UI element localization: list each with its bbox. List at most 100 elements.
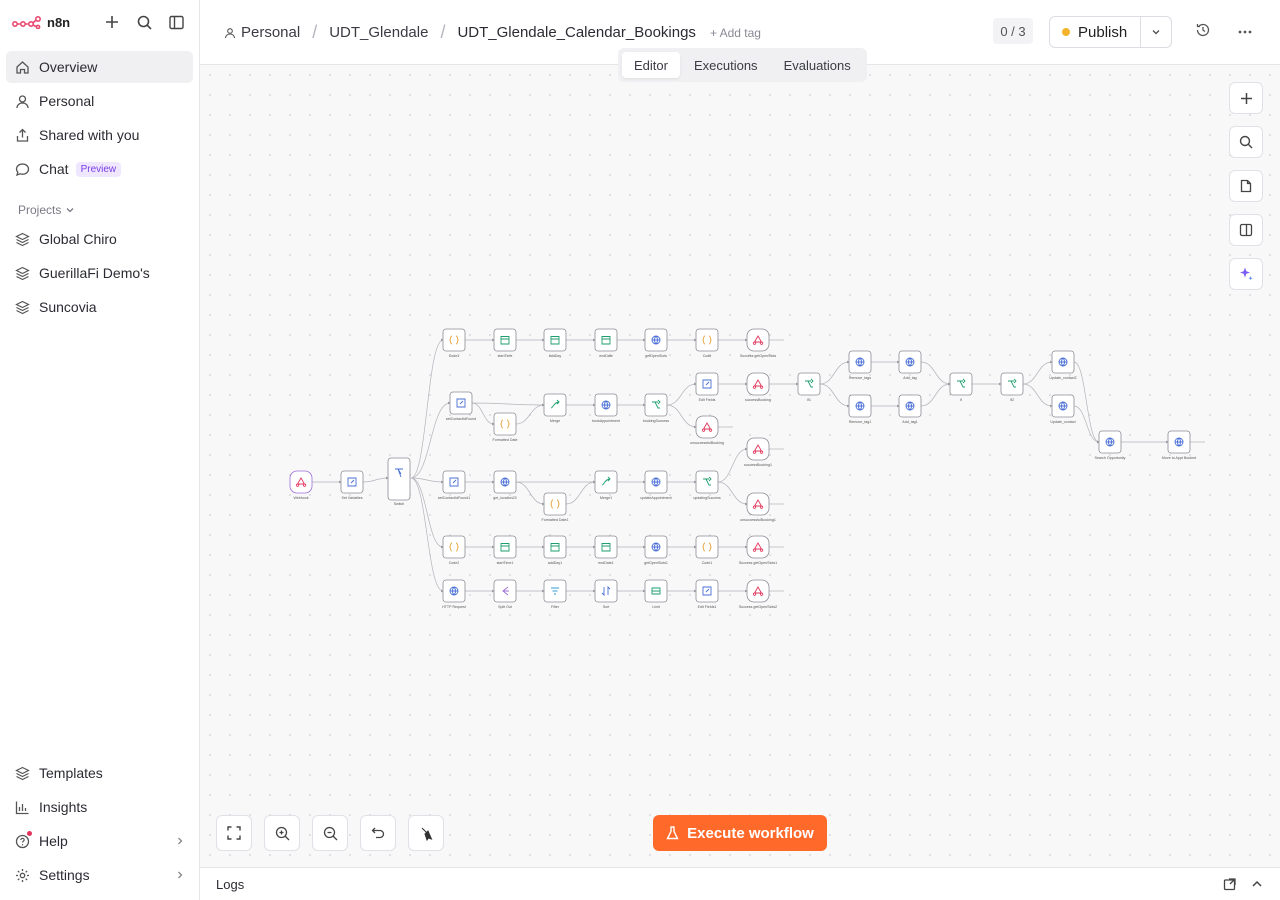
sidebar-item-help[interactable]: Help [6,825,193,857]
workflow-node-if-b[interactable]: If1 [797,372,821,402]
add-node-button[interactable] [1229,82,1263,114]
add-tag-button[interactable]: + Add tag [710,26,761,40]
node-label: setContactIdFound [446,417,476,421]
project-global-chiro[interactable]: Global Chiro [6,223,193,255]
workflow-node-end-date1[interactable]: endDate1 [594,535,618,565]
workflow-node-remove-tags[interactable]: Remove_tags [848,350,872,380]
publish-button[interactable]: Publish [1049,16,1172,48]
node-label: If [960,398,962,402]
workflow-node-if-d[interactable]: If2 [1000,372,1024,402]
workflow-node-formatted-date1[interactable]: Formatted Date1 [542,492,569,522]
workflow-node-set-contact-found1[interactable]: setContactIdFound1 [438,470,470,500]
sidebar-item-shared[interactable]: Shared with you [6,119,193,151]
fit-view-button[interactable] [216,815,252,851]
search-icon[interactable] [133,11,155,33]
logs-panel-bar[interactable]: Logs [200,867,1280,900]
workflow-node-add-tag[interactable]: Add_tag [898,350,922,380]
ai-assistant-button[interactable] [1229,258,1263,290]
workflow-canvas[interactable]: Webhook Set Variables Switch Code3 startTime… [200,65,1280,867]
workflow-node-end-date[interactable]: endDate [594,328,618,358]
undo-button[interactable] [360,815,396,851]
workflow-node-switch[interactable]: Switch [387,457,411,506]
workflow-node-get-open-slots1[interactable]: getOpenSlots1 [644,535,668,565]
popout-icon[interactable] [1223,877,1237,891]
workflow-node-start-time[interactable]: startTime [493,328,517,358]
breadcrumb-folder[interactable]: UDT_Glendale [329,24,428,41]
tab-executions[interactable]: Executions [682,52,770,78]
workflow-node-code3[interactable]: Code3 [442,328,466,358]
publish-main[interactable]: Publish [1050,24,1140,41]
workflow-node-update-appointment[interactable]: updateAppointment [640,470,672,500]
workflow-node-success-open-slots1[interactable]: Success getOpenSlots1 [739,535,777,565]
workflow-node-start-time1[interactable]: startTime1 [493,535,517,565]
workflow-node-code[interactable]: Code [695,328,719,358]
workflow-node-set-contact-found[interactable]: setContactIdFound [446,391,476,421]
workflow-node-edit-fields1[interactable]: Edit Fields1 [695,579,719,609]
n8n-logo[interactable]: n8n [12,15,70,30]
workflow-node-move-to-appt[interactable]: Move to Appt Booked [1162,430,1196,460]
workflow-node-code1[interactable]: Code1 [695,535,719,565]
history-button[interactable] [1195,22,1215,42]
workflow-node-success-booking[interactable]: successBooking [745,372,771,402]
breadcrumb-personal[interactable]: Personal [241,24,300,41]
workflow-node-if-c[interactable]: If [949,372,973,402]
tab-evaluations[interactable]: Evaluations [772,52,863,78]
workflow-node-search-opportunity[interactable]: Search Opportunity [1095,430,1126,460]
share-icon [14,127,30,143]
add-icon[interactable] [101,11,123,33]
workflow-node-success-open-slots[interactable]: Success getOpenSlots [740,328,777,358]
project-suncovia[interactable]: Suncovia [6,291,193,323]
sidebar-item-settings[interactable]: Settings [6,859,193,891]
workflow-node-update-contact[interactable]: Update_contact [1050,394,1076,424]
workflow-node-http-request[interactable]: HTTP Request [442,579,466,609]
zoom-out-button[interactable] [312,815,348,851]
workflow-node-merge[interactable]: Merge [543,393,567,423]
workflow-node-add-tag1[interactable]: Add_tag1 [898,394,922,424]
tab-editor[interactable]: Editor [622,52,680,78]
workflow-node-split-out[interactable]: Split Out [493,579,517,609]
workflow-node-add-day1[interactable]: addDay1 [543,535,567,565]
workflow-node-filter[interactable]: Filter [543,579,567,609]
sidebar-item-insights[interactable]: Insights [6,791,193,823]
zoom-in-button[interactable] [264,815,300,851]
workflow-node-unsuccessful-booking[interactable]: unsuccessfulBooking [690,415,724,445]
tidy-up-button[interactable] [408,815,444,851]
workflow-node-updating-success[interactable]: updatingSuccess [693,470,721,500]
workflow-node-edit-fields[interactable]: Edit Fields [695,372,719,402]
workflow-node-set-vars[interactable]: Set Variables [340,470,364,500]
workflow-node-booking-success[interactable]: bookingSuccess [643,393,669,423]
publish-dropdown-button[interactable] [1140,17,1171,47]
workflow-node-formatted-date[interactable]: Formatted Date [493,412,518,442]
workflow-node-merge1[interactable]: Merge1 [594,470,618,500]
workflow-node-code2[interactable]: Code2 [442,535,466,565]
workflow-node-get-open-slots[interactable]: getOpenSlots [644,328,668,358]
project-guerillafi[interactable]: GuerillaFi Demo's [6,257,193,289]
workflow-node-webhook[interactable]: Webhook [289,470,313,500]
collapse-sidebar-icon[interactable] [165,11,187,33]
sticky-note-button[interactable] [1229,170,1263,202]
connection [920,361,951,386]
sidebar-item-chat[interactable]: Chat Preview [6,153,193,185]
workflow-node-limit[interactable]: Limit [644,579,668,609]
more-options-button[interactable] [1235,22,1255,42]
sidebar-item-personal[interactable]: Personal [6,85,193,117]
workflow-node-unsuccessful-booking1[interactable]: unsuccessfulBooking1 [740,492,776,522]
sidebar-item-templates[interactable]: Templates [6,757,193,789]
workflow-name[interactable]: UDT_Glendale_Calendar_Bookings [457,24,695,41]
toggle-panel-button[interactable] [1229,214,1263,246]
workflow-node-sort[interactable]: Sort [594,579,618,609]
workflow-node-add-day[interactable]: addDay [543,328,567,358]
search-nodes-button[interactable] [1229,126,1263,158]
workflow-node-remove-tags1[interactable]: Remove_tag1 [848,394,872,424]
workflow-node-success-open-slots2[interactable]: Success getOpenSlots2 [739,579,777,609]
workflow-node-get-location[interactable]: get_location23 [493,470,517,500]
search-icon [1239,135,1253,149]
workflow-node-book-appointment[interactable]: bookAppointment [592,393,620,423]
workflow-node-success-booking1[interactable]: successBooking1 [744,437,772,467]
workflow-node-update-contact2[interactable]: Update_contact2 [1049,350,1077,380]
chevron-up-icon[interactable] [1250,877,1264,891]
sidebar-item-overview[interactable]: Overview [6,51,193,83]
projects-header[interactable]: Projects [18,203,193,217]
execute-workflow-button[interactable]: Execute workflow [653,815,827,851]
node-label: getOpenSlots [645,354,667,358]
